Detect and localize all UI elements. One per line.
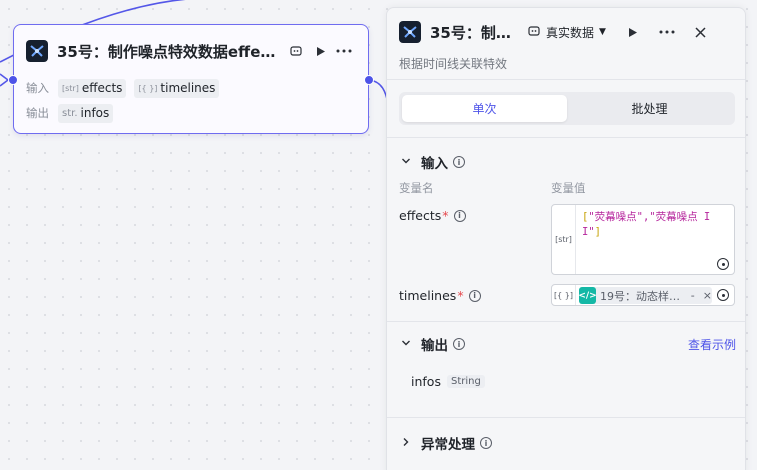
exception-section-title: 异常处理 — [421, 437, 475, 453]
info-icon[interactable]: i — [453, 338, 465, 350]
node-outputs-row: 输出 str. infos — [26, 103, 121, 123]
col-header-name: 变量名 — [399, 181, 434, 195]
info-icon[interactable]: i — [453, 209, 466, 222]
info-icon[interactable]: i — [480, 437, 492, 449]
effects-value-editor[interactable]: [str] ["荧幕噪点","荧幕噪点 I I"] — [551, 204, 735, 275]
plugin-logo-icon — [26, 40, 48, 62]
more-options-icon[interactable] — [333, 40, 355, 62]
output-name: infos — [411, 374, 441, 389]
divider — [387, 321, 745, 322]
input-section-header[interactable]: 输入 i — [401, 152, 465, 172]
required-mark: * — [442, 208, 449, 223]
reference-dash: - — [690, 289, 695, 302]
output-port[interactable] — [364, 75, 374, 85]
data-mode-select[interactable]: 真实数据 ▼ — [528, 24, 606, 41]
node-config-panel: 35号：制作噪点特效数据effects 真实数据 ▼ 根据时间线关联特效 单次 … — [386, 7, 746, 470]
tab-batch[interactable]: 批处理 — [567, 95, 732, 122]
panel-title: 35号：制作噪点特效数据effects — [430, 23, 516, 42]
effects-value-text[interactable]: ["荧幕噪点","荧幕噪点 I I"] — [582, 210, 728, 240]
exception-section-header[interactable]: 异常处理 i — [401, 433, 492, 453]
info-icon[interactable]: i — [453, 156, 465, 168]
run-icon[interactable] — [309, 40, 331, 62]
output-section-header[interactable]: 输出 i — [401, 334, 465, 354]
output-section-title: 输出 — [421, 338, 448, 354]
node-title: 35号：制作噪点特效数据effects — [57, 42, 279, 61]
incoming-edge-arrow — [0, 73, 10, 87]
info-icon[interactable]: i — [468, 289, 481, 302]
reference-text: 19号：动态样式数据 — [600, 289, 685, 303]
plugin-logo-icon — [399, 21, 421, 43]
panel-subtitle: 根据时间线关联特效 — [399, 57, 508, 71]
view-example-link[interactable]: 查看示例 — [688, 336, 736, 353]
outputs-label: 输出 — [26, 106, 49, 120]
output-chip-infos: str. infos — [58, 103, 114, 123]
workflow-node-card[interactable]: 35号：制作噪点特效数据effects 输入 [str] effects [{ }… — [8, 24, 374, 134]
divider — [387, 137, 745, 138]
type-tag-str-array: [str] — [552, 205, 576, 274]
caret-down-icon: ▼ — [599, 27, 606, 37]
type-tag-object-array: [{ }] — [552, 285, 576, 305]
run-mode-tabs: 单次 批处理 — [399, 92, 735, 125]
timelines-reference-field[interactable]: [{ }] </> 19号：动态样式数据 - × — [551, 284, 735, 306]
node-header: 35号：制作噪点特效数据effects — [26, 39, 356, 63]
input-port[interactable] — [8, 75, 18, 85]
more-options-icon[interactable] — [656, 21, 678, 43]
output-item-infos: infos String — [411, 374, 485, 389]
test-data-icon — [528, 25, 540, 40]
panel-actions — [622, 21, 712, 43]
chevron-right-icon — [401, 437, 421, 450]
required-mark: * — [457, 288, 464, 303]
output-type-badge: String — [446, 375, 485, 388]
panel-header: 35号：制作噪点特效数据effects 真实数据 ▼ — [399, 19, 735, 45]
tab-single[interactable]: 单次 — [402, 95, 567, 122]
chevron-down-icon — [401, 338, 421, 351]
var-name-timelines: timelines * i — [399, 288, 481, 303]
remove-reference-icon[interactable]: × — [703, 289, 712, 302]
col-header-value: 变量值 — [551, 181, 586, 195]
divider — [387, 79, 745, 80]
reference-chip[interactable]: </> 19号：动态样式数据 - × — [578, 287, 712, 304]
data-mode-label: 真实数据 — [546, 25, 595, 40]
divider — [387, 417, 745, 418]
var-name-effects: effects * i — [399, 208, 466, 223]
code-node-icon: </> — [578, 287, 597, 304]
input-section-title: 输入 — [421, 156, 448, 172]
expand-editor-icon[interactable] — [717, 289, 729, 301]
run-icon[interactable] — [622, 21, 644, 43]
node-inputs-row: 输入 [str] effects [{ }] timelines — [26, 78, 227, 98]
chevron-down-icon — [401, 156, 421, 169]
expand-editor-icon[interactable] — [717, 258, 729, 270]
input-chip-timelines: [{ }] timelines — [134, 78, 220, 98]
close-icon[interactable] — [690, 21, 712, 43]
input-chip-effects: [str] effects — [58, 78, 127, 98]
test-data-icon[interactable] — [285, 40, 307, 62]
inputs-label: 输入 — [26, 81, 49, 95]
